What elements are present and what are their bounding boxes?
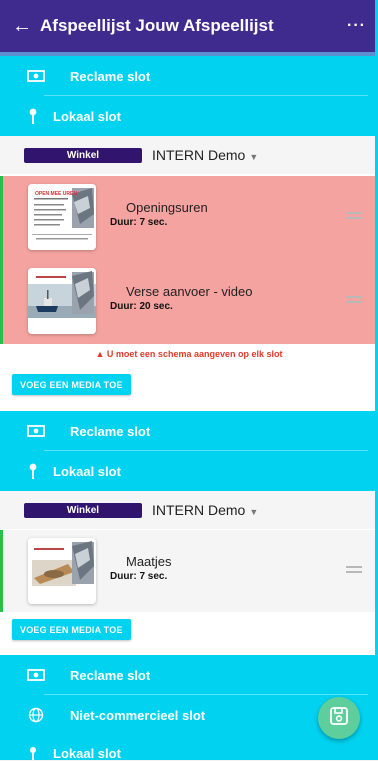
media-duration: Duur: 20 sec. [110,301,173,312]
slot-label: Lokaal slot [53,108,121,124]
store-dropdown[interactable]: INTERN Demo ▼ [152,147,258,163]
save-icon [329,706,349,731]
money-icon [20,70,52,82]
back-arrow-icon[interactable]: ← [12,15,40,38]
add-media-button[interactable]: VOEG EEN MEDIA TOE [12,374,131,395]
pin-icon [26,107,40,125]
drag-handle-icon[interactable] [346,566,362,576]
media-title: Maatjes [126,554,172,569]
pin-icon [26,462,40,480]
store-selector-row: Winkel INTERN Demo ▼ [0,136,378,174]
money-icon [20,425,52,437]
slot-label: Reclame slot [70,68,151,84]
caret-down-icon: ▼ [249,152,259,162]
slot-label: Reclame slot [70,423,151,439]
caret-down-icon: ▼ [249,507,259,517]
warning-icon: ▲ [95,349,107,359]
add-media-button[interactable]: VOEG EEN MEDIA TOE [12,619,131,640]
more-options-icon[interactable]: ··· [347,17,366,35]
store-dropdown[interactable]: INTERN Demo ▼ [152,502,258,518]
store-selector-row: Winkel INTERN Demo ▼ [0,491,378,529]
page-title: Afspeellijst Jouw Afspeellijst [40,16,274,35]
slot-row-lokaal[interactable]: Lokaal slot [0,735,378,761]
pin-icon [26,746,40,760]
slot-row-reclame[interactable]: Reclame slot [0,411,378,451]
drag-handle-icon[interactable] [346,296,362,306]
media-thumbnail-verse-aanvoer [28,268,96,334]
store-dropdown-value: INTERN Demo [152,502,246,518]
schedule-warning: ▲ U moet een schema aangeven op elk slot [0,349,378,359]
warning-text: U moet een schema aangeven op elk slot [106,349,283,359]
app-bar: ← Afspeellijst Jouw Afspeellijst ··· [0,0,378,56]
store-badge: Winkel [24,147,142,163]
media-thumbnail-maatjes [28,538,96,604]
slot-label: Niet-commercieel slot [70,707,206,723]
money-icon [20,669,52,681]
store-badge: Winkel [24,502,142,518]
media-item[interactable]: Verse aanvoer - video Duur: 20 sec. [0,268,378,334]
slot-label: Lokaal slot [53,746,121,761]
slot-row-reclame[interactable]: Reclame slot [0,56,378,96]
drag-handle-icon[interactable] [346,212,362,222]
media-title: Openingsuren [126,200,208,215]
thumbnail-caption: OPEN MEE UREN [35,191,77,197]
media-title: Verse aanvoer - video [126,284,253,299]
slot-label: Lokaal slot [53,463,121,479]
media-item[interactable]: OPEN MEE UREN Openingsuren Duur: 7 sec. [0,184,378,250]
media-thumbnail-openingsuren: OPEN MEE UREN [28,184,96,250]
media-item[interactable]: Maatjes Duur: 7 sec. [0,538,378,604]
slot-row-lokaal[interactable]: Lokaal slot [0,451,378,491]
slot-row-lokaal[interactable]: Lokaal slot [0,96,378,136]
store-dropdown-value: INTERN Demo [152,147,246,163]
save-fab[interactable] [318,697,360,739]
media-duration: Duur: 7 sec. [110,571,168,582]
playlist-editor: ← Afspeellijst Jouw Afspeellijst ··· Rec… [0,0,378,761]
slot-label: Reclame slot [70,667,151,683]
slot-row-reclame[interactable]: Reclame slot [0,655,378,695]
globe-icon [20,707,52,723]
media-duration: Duur: 7 sec. [110,217,168,228]
